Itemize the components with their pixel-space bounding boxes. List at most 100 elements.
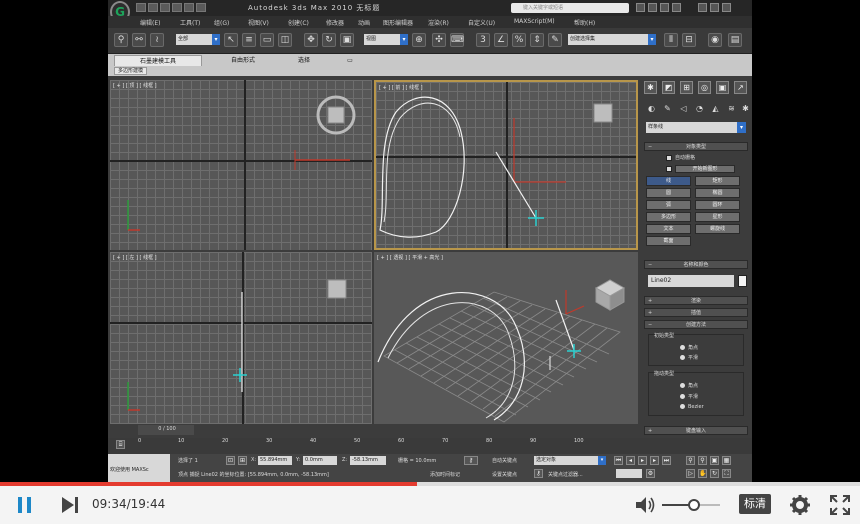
selected-object-dropdown[interactable]: 选定对象 ▾ [534,456,606,465]
z-coordinate-field[interactable]: -58.13mm [350,456,386,465]
object-type-rollout[interactable]: − 对象类型 [644,142,748,151]
render-icon[interactable]: ▤ [728,33,742,47]
menu-modifiers[interactable]: 修改器 [326,18,344,27]
interpolation-rollout[interactable]: + 插值 [644,308,748,317]
menu-create[interactable]: 创建(C) [288,18,309,27]
time-slider[interactable]: 0 / 100 [138,425,194,435]
star-icon[interactable] [660,3,669,12]
maximize-icon[interactable] [710,3,719,12]
zoom-extents-icon[interactable]: ▣ [710,456,719,465]
name-color-rollout[interactable]: − 名称和颜色 [644,260,748,269]
save-icon[interactable] [160,3,170,12]
settings-icon[interactable] [789,494,811,516]
auto-grid-checkbox[interactable]: 自动栅格 [666,154,695,161]
tab-freeform[interactable]: 自由形式 [218,55,268,66]
y-coordinate-field[interactable]: 0.0mm [303,456,337,465]
auto-key-button[interactable]: 自动关键点 [492,457,517,464]
menu-edit[interactable]: 编辑(E) [140,18,160,27]
viewport-top[interactable]: [ + ] [ 顶 ] [ 线框 ] [110,80,372,250]
project-folder-icon[interactable] [196,3,206,12]
drag-smooth-radio[interactable]: 平滑 [680,393,698,400]
move-icon[interactable]: ✥ [304,33,318,47]
menu-maxscript[interactable]: MAXScript(M) [514,18,555,25]
bind-spacewarp-icon[interactable]: ≀ [150,33,164,47]
tab-polygon-modeling[interactable]: 多边形建模 [114,67,148,75]
menu-graph-editors[interactable]: 图形编辑器 [383,18,413,27]
systems-icon[interactable]: ✱ [740,103,751,114]
initial-corner-radio[interactable]: 角点 [680,344,698,351]
lock-selection-icon[interactable]: ⊡ [226,456,235,465]
material-editor-icon[interactable]: ◉ [708,33,722,47]
close-icon[interactable] [722,3,731,12]
drag-bezier-radio[interactable]: Bezier [680,404,704,410]
maxscript-listener[interactable]: 欢迎使用 MAXSc [108,454,170,482]
help-icon[interactable] [672,3,681,12]
menu-tools[interactable]: 工具(T) [180,18,200,27]
viewport-perspective[interactable]: [ + ] [ 透视 ] [ 平滑 + 高光 ] [374,252,638,424]
keyboard-entry-rollout[interactable]: + 键盘输入 [644,426,748,435]
star-button[interactable]: 星形 [695,212,740,222]
start-new-shape-button[interactable]: 开始新图形 [675,165,735,173]
rectangle-button[interactable]: 矩形 [695,176,740,186]
fullscreen-icon[interactable] [830,495,850,515]
modify-panel-icon[interactable]: ◩ [662,81,675,94]
subscription-icon[interactable] [648,3,657,12]
next-frame-icon[interactable]: ▸ [650,456,659,465]
rect-selection-icon[interactable]: ▭ [260,33,274,47]
drag-corner-radio[interactable]: 角点 [680,382,698,389]
ref-coord-dropdown[interactable]: 视图 ▾ [364,34,408,45]
create-panel-icon[interactable]: ✱ [644,81,657,94]
menu-views[interactable]: 视图(V) [248,18,269,27]
goto-end-icon[interactable]: ⏭ [662,456,671,465]
undo-icon[interactable] [172,3,182,12]
keyboard-shortcut-icon[interactable]: ⌨ [450,33,464,47]
absolute-mode-icon[interactable]: ⊞ [238,456,247,465]
goto-start-icon[interactable]: ⏮ [614,456,623,465]
unlink-icon[interactable]: ⚯ [132,33,146,47]
link-icon[interactable]: ⚲ [114,33,128,47]
align-icon[interactable]: ⊟ [682,33,696,47]
maximize-viewport-icon[interactable]: ⛶ [722,469,731,478]
binoculars-icon[interactable] [636,3,645,12]
donut-button[interactable]: 圆环 [695,200,740,210]
menu-rendering[interactable]: 渲染(R) [428,18,449,27]
display-panel-icon[interactable]: ▣ [716,81,729,94]
volume-slider[interactable] [662,499,720,511]
timeline-ruler[interactable]: 0 10 20 30 40 50 60 70 80 90 100 [138,438,618,454]
spacewarps-icon[interactable]: ≋ [726,103,737,114]
search-input[interactable]: 键入关键字或短语 [511,3,629,13]
x-coordinate-field[interactable]: 55.894mm [258,456,292,465]
volume-knob[interactable] [687,499,700,511]
menu-group[interactable]: 组(G) [214,18,229,27]
select-by-name-icon[interactable]: ≡ [242,33,256,47]
key-icon[interactable]: ⚷ [534,469,543,478]
select-manipulate-icon[interactable]: ✣ [432,33,446,47]
named-selection-dropdown[interactable]: 创建选择集 ▾ [568,34,656,45]
orbit-icon[interactable]: ↻ [710,469,719,478]
edit-named-selection-icon[interactable]: ✎ [548,33,562,47]
helpers-icon[interactable]: ◭ [710,103,721,114]
mirror-icon[interactable]: ⫴ [664,33,678,47]
volume-icon[interactable] [634,495,656,515]
pan-icon[interactable]: ✋ [698,469,707,478]
pivot-center-icon[interactable]: ⊕ [412,33,426,47]
pause-icon[interactable] [16,496,34,514]
tab-selection[interactable]: 选择 [284,55,324,66]
menu-animation[interactable]: 动画 [358,18,370,27]
window-crossing-icon[interactable]: ◫ [278,33,292,47]
mini-curve-editor-icon[interactable]: ⌸ [116,440,125,449]
minimize-icon[interactable] [698,3,707,12]
current-frame-field[interactable] [616,469,642,478]
ribbon-toggle-icon[interactable]: ▭ [340,55,360,66]
menu-help[interactable]: 帮助(H) [574,18,595,27]
time-config-icon[interactable]: ⚙ [646,469,655,478]
motion-panel-icon[interactable]: ◎ [698,81,711,94]
cameras-icon[interactable]: ◔ [694,103,705,114]
object-name-field[interactable]: Line02 [648,275,734,287]
helix-button[interactable]: 螺旋线 [695,224,740,234]
field-of-view-icon[interactable]: ▷ [686,469,695,478]
viewport-front[interactable]: [ + ] [ 前 ] [ 线框 ] [374,80,638,250]
menu-customize[interactable]: 自定义(U) [468,18,495,27]
circle-button[interactable]: 圆 [646,188,691,198]
zoom-extents-all-icon[interactable]: ▦ [722,456,731,465]
